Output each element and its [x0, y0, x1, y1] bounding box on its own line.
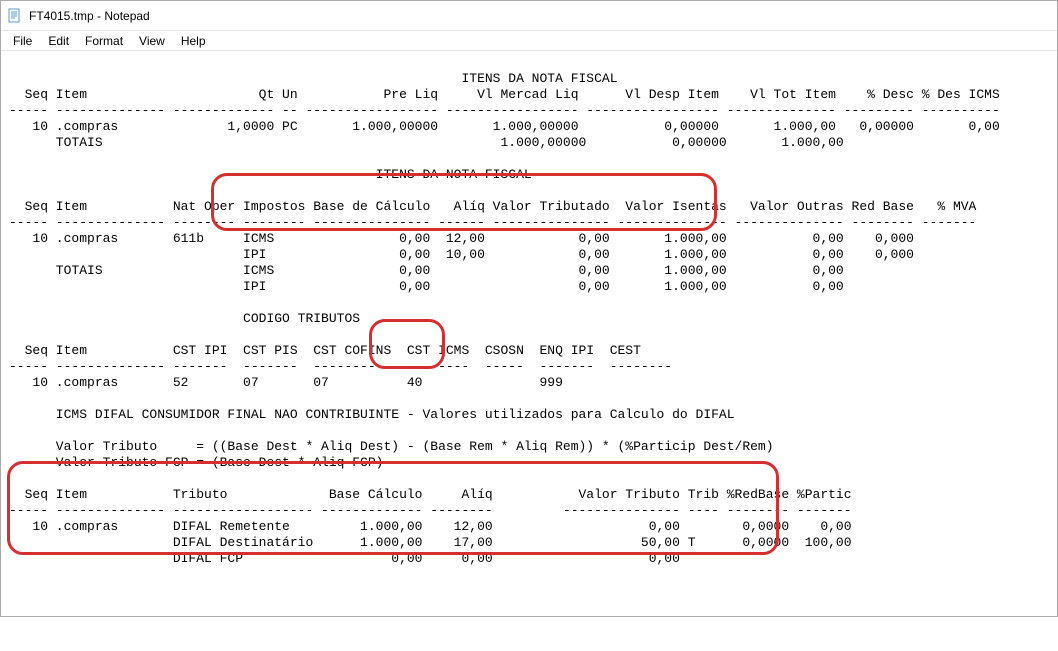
titlebar[interactable]: FT4015.tmp - Notepad — [1, 1, 1057, 31]
text-line: ----- -------------- -------- -------- -… — [9, 215, 976, 230]
text-line: DIFAL Destinatário 1.000,00 17,00 50,00 … — [9, 535, 852, 550]
text-line: 10 .compras 1,0000 PC 1.000,00000 1.000,… — [9, 119, 1000, 134]
menu-edit[interactable]: Edit — [40, 33, 77, 49]
text-line: IPI 0,00 0,00 1.000,00 0,00 — [9, 279, 844, 294]
text-line: IPI 0,00 10,00 0,00 1.000,00 0,00 0,000 — [9, 247, 914, 262]
text-line: ICMS DIFAL CONSUMIDOR FINAL NAO CONTRIBU… — [9, 407, 735, 422]
text-line: Seq Item Tributo Base Cálculo Alíq Valor… — [9, 487, 852, 502]
text-line: CODIGO TRIBUTOS — [9, 311, 360, 326]
menu-help[interactable]: Help — [173, 33, 214, 49]
menu-file[interactable]: File — [5, 33, 40, 49]
text-line: Valor Tributo FCP = (Base Dest * Aliq FC… — [9, 455, 383, 470]
text-line: 10 .compras DIFAL Remetente 1.000,00 12,… — [9, 519, 852, 534]
menubar: File Edit Format View Help — [1, 31, 1057, 51]
menu-format[interactable]: Format — [77, 33, 131, 49]
text-line: Seq Item Qt Un Pre Liq Vl Mercad Liq Vl … — [9, 87, 1000, 102]
text-area[interactable]: ITENS DA NOTA FISCAL Seq Item Qt Un Pre … — [1, 51, 1057, 651]
text-line: Valor Tributo = ((Base Dest * Aliq Dest)… — [9, 439, 774, 454]
text-line: ITENS DA NOTA FISCAL — [9, 167, 532, 182]
text-line: TOTAIS ICMS 0,00 0,00 1.000,00 0,00 — [9, 263, 844, 278]
text-line: ----- -------------- ------------- -- --… — [9, 103, 1000, 118]
notepad-icon — [7, 8, 23, 24]
text-line: 10 .compras 52 07 07 40 999 — [9, 375, 563, 390]
text-line: TOTAIS 1.000,00000 0,00000 1.000,00 — [9, 135, 844, 150]
window-title: FT4015.tmp - Notepad — [29, 9, 150, 23]
text-line: ----- -------------- ------------------ … — [9, 503, 852, 518]
text-line: Seq Item CST IPI CST PIS CST COFINS CST … — [9, 343, 641, 358]
menu-view[interactable]: View — [131, 33, 173, 49]
text-line: ----- -------------- ------- ------- ---… — [9, 359, 672, 374]
text-line: Seq Item Nat Oper Impostos Base de Cálcu… — [9, 199, 976, 214]
text-line: 10 .compras 611b ICMS 0,00 12,00 0,00 1.… — [9, 231, 914, 246]
text-line: DIFAL FCP 0,00 0,00 0,00 — [9, 551, 680, 566]
text-line: ITENS DA NOTA FISCAL — [9, 71, 618, 86]
